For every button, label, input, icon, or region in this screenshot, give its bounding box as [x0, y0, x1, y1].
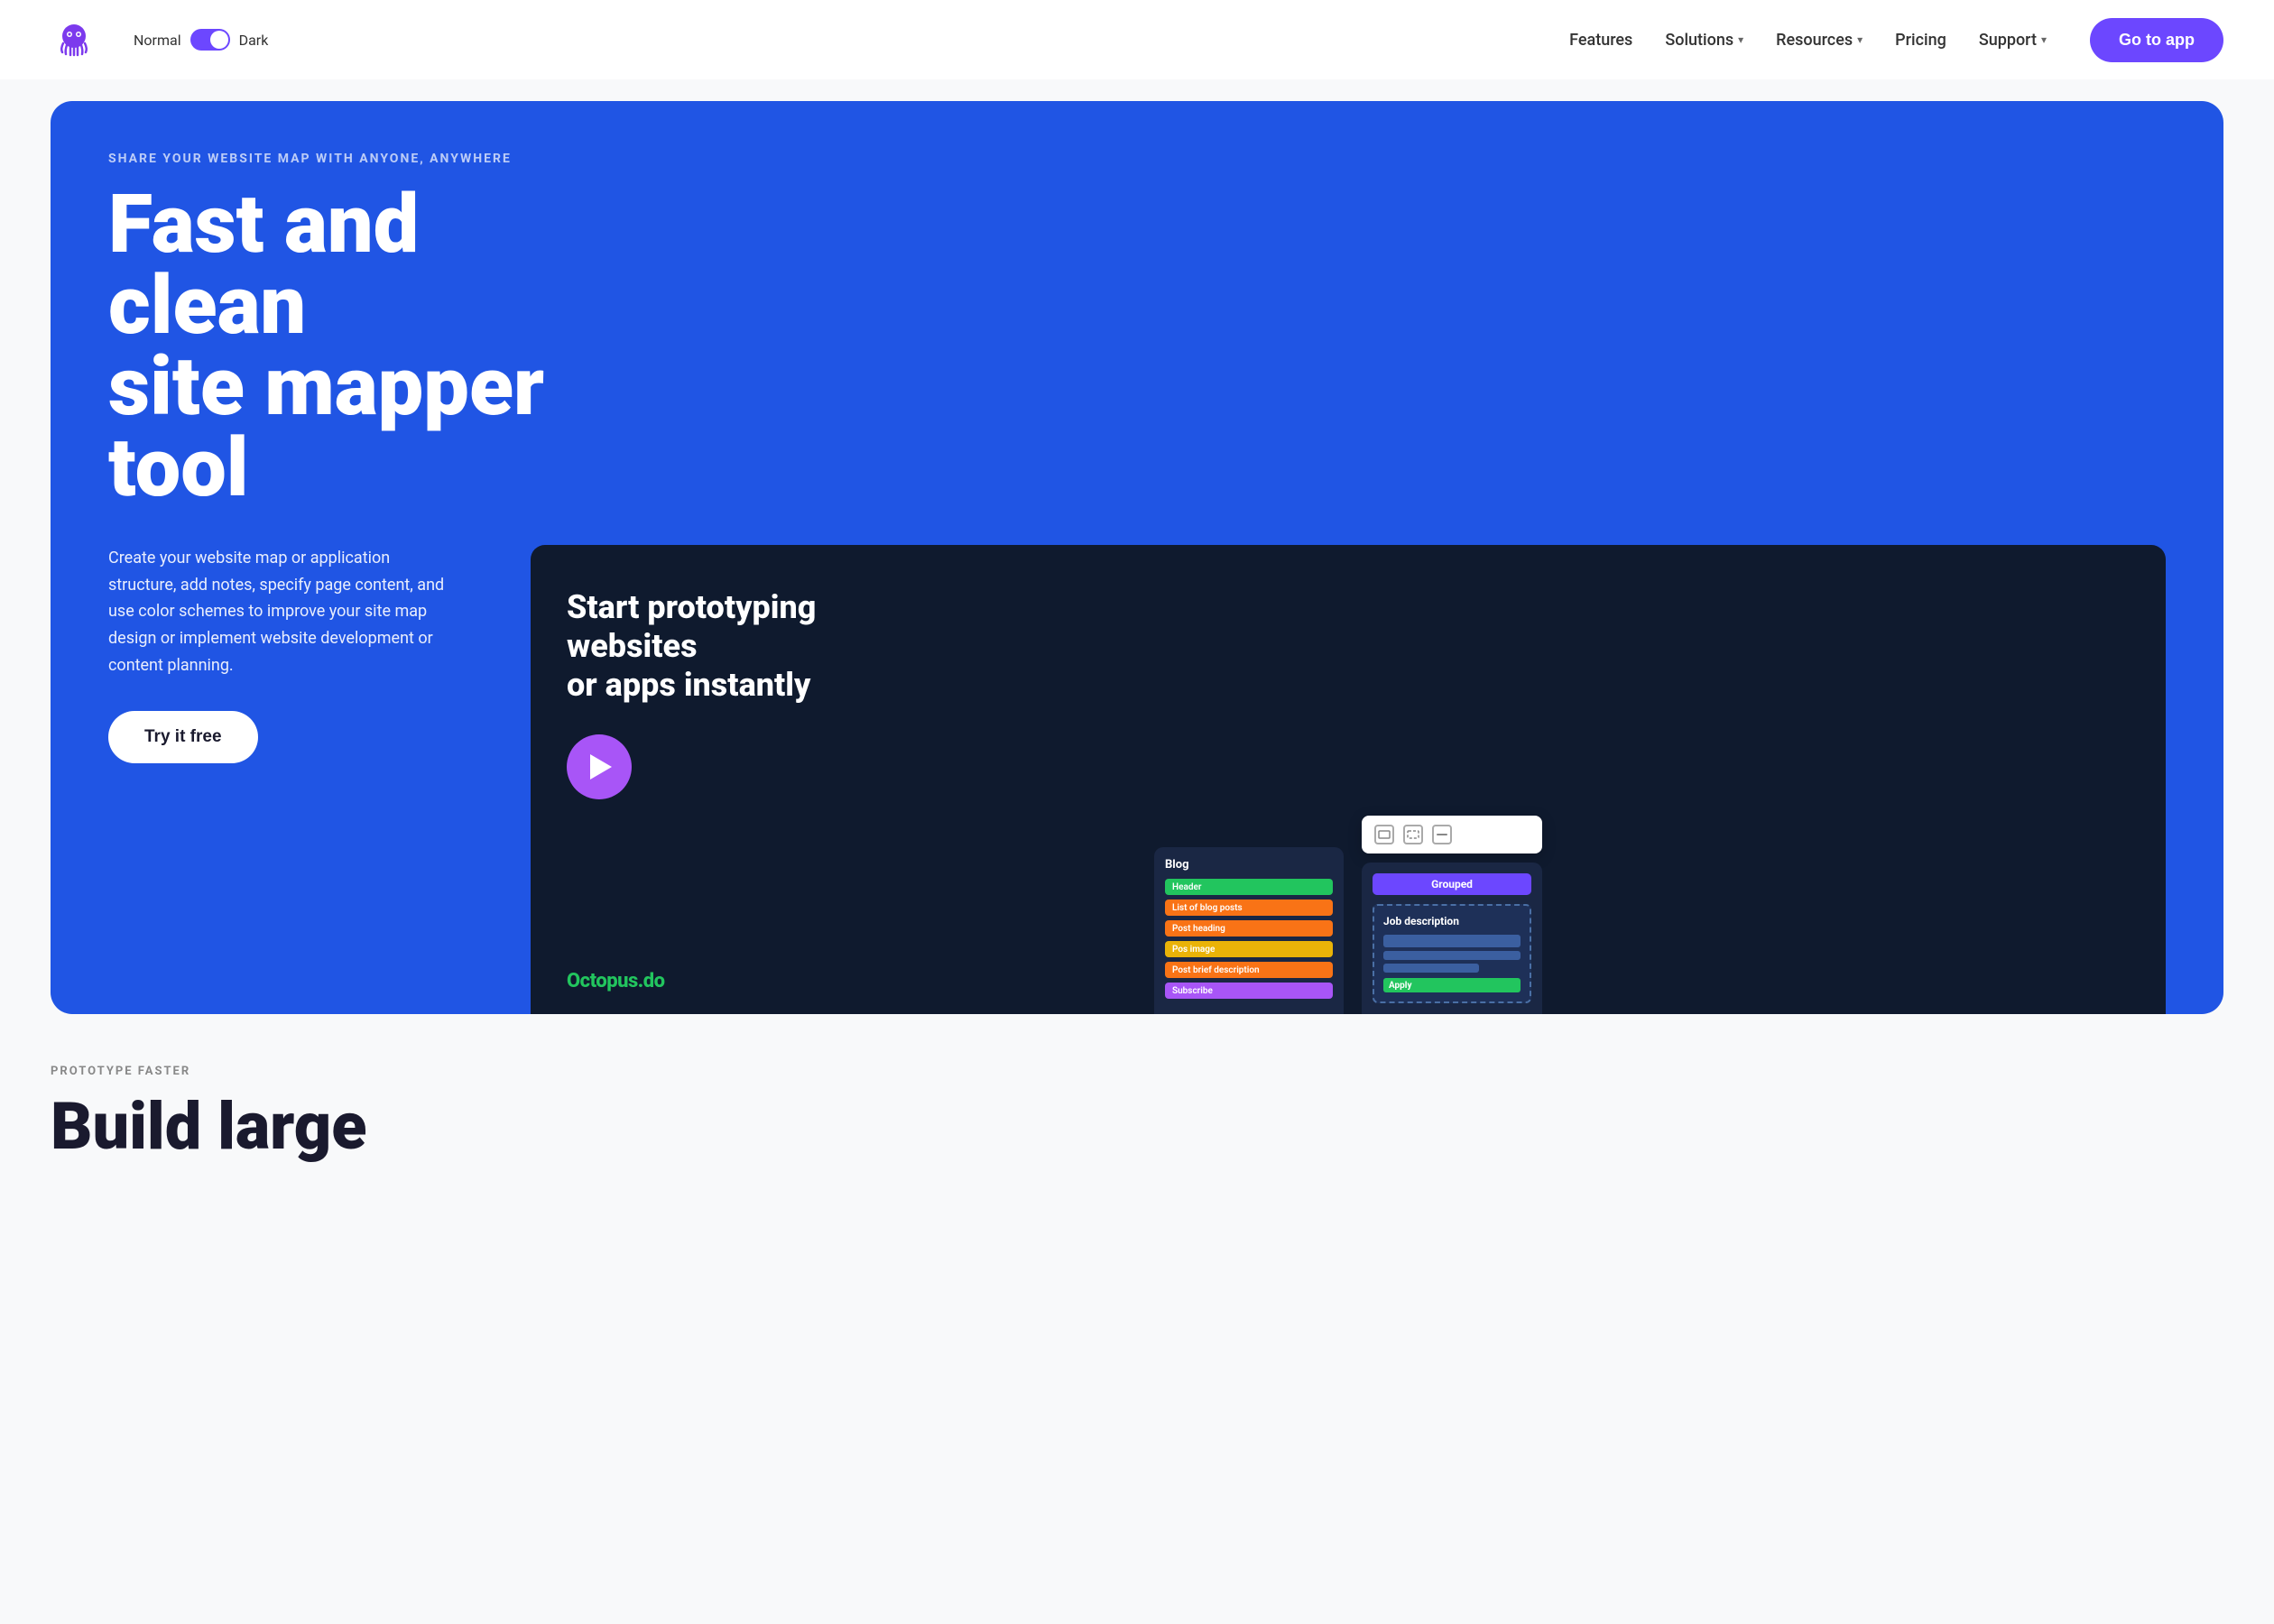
toolbar-dashed-icon	[1403, 825, 1423, 844]
job-text-lines2	[1383, 964, 1479, 973]
toggle-normal-label: Normal	[134, 32, 181, 49]
mockup-area: Blog Header List of blog posts Post head…	[531, 807, 2166, 1014]
logo[interactable]	[51, 16, 97, 63]
blog-row-description: Post brief description	[1165, 962, 1333, 978]
brand-name: Octopus.do	[567, 970, 665, 992]
hero-video-title: Start prototyping websites or apps insta…	[567, 588, 946, 706]
blog-mockup-card: Blog Header List of blog posts Post head…	[1154, 847, 1344, 1014]
toolbar-rect-icon	[1374, 825, 1394, 844]
nav-features[interactable]: Features	[1569, 31, 1632, 50]
blog-row-list: List of blog posts	[1165, 900, 1333, 916]
nav-links: Features Solutions ▾ Resources ▾ Pricing…	[1569, 18, 2223, 62]
job-text-info	[1383, 935, 1521, 947]
try-it-free-button[interactable]: Try it free	[108, 711, 258, 763]
job-apply-button: Apply	[1383, 978, 1521, 992]
nav-pricing[interactable]: Pricing	[1895, 31, 1946, 50]
hero-subtitle: Share your website map with anyone, anyw…	[108, 152, 2166, 166]
go-to-app-button[interactable]: Go to app	[2090, 18, 2223, 62]
bottom-section: Prototype Faster Build large	[0, 1014, 2274, 1161]
hero-description: Create your website map or application s…	[108, 545, 451, 678]
mockup-toolbar	[1362, 816, 1542, 854]
navbar: Normal Dark Features Solutions ▾ Resourc…	[0, 0, 2274, 79]
hero-left: Create your website map or application s…	[108, 545, 487, 814]
chevron-down-icon: ▾	[2041, 33, 2047, 46]
nav-support[interactable]: Support ▾	[1979, 31, 2047, 50]
blog-row-subscribe: Subscribe	[1165, 983, 1333, 999]
blog-title: Blog	[1165, 858, 1333, 872]
toolbar-minus-icon	[1432, 825, 1452, 844]
prototype-label: Prototype Faster	[51, 1065, 2223, 1078]
grouped-label: Grouped	[1373, 873, 1531, 895]
toggle-track[interactable]	[190, 29, 230, 51]
hero-body: Create your website map or application s…	[108, 545, 2166, 1014]
chevron-down-icon: ▾	[1738, 33, 1743, 46]
theme-toggle[interactable]: Normal Dark	[134, 29, 268, 51]
job-card: Job description Apply	[1373, 904, 1531, 1003]
play-icon	[590, 754, 612, 780]
prototype-title: Build large	[51, 1093, 2223, 1161]
nav-resources[interactable]: Resources ▾	[1776, 31, 1863, 50]
toggle-dark-label: Dark	[239, 32, 269, 49]
hero-wrapper: Share your website map with anyone, anyw…	[0, 79, 2274, 1014]
job-apply-label: Apply	[1389, 981, 1412, 991]
hero-right: Start prototyping websites or apps insta…	[531, 545, 2166, 1014]
chevron-down-icon: ▾	[1857, 33, 1863, 46]
blog-row-image: Pos image	[1165, 941, 1333, 957]
grouped-mockup-card: Grouped Job description Apply	[1362, 863, 1542, 1014]
nav-solutions[interactable]: Solutions ▾	[1665, 31, 1743, 50]
play-button[interactable]	[567, 734, 632, 799]
hero-title: Fast and clean site mapper tool	[108, 184, 632, 509]
job-text-lines	[1383, 951, 1521, 960]
hero-section: Share your website map with anyone, anyw…	[51, 101, 2223, 1014]
blog-row-heading: Post heading	[1165, 920, 1333, 937]
toggle-thumb	[210, 31, 228, 49]
blog-row-header: Header	[1165, 879, 1333, 895]
job-card-title: Job description	[1383, 915, 1521, 927]
